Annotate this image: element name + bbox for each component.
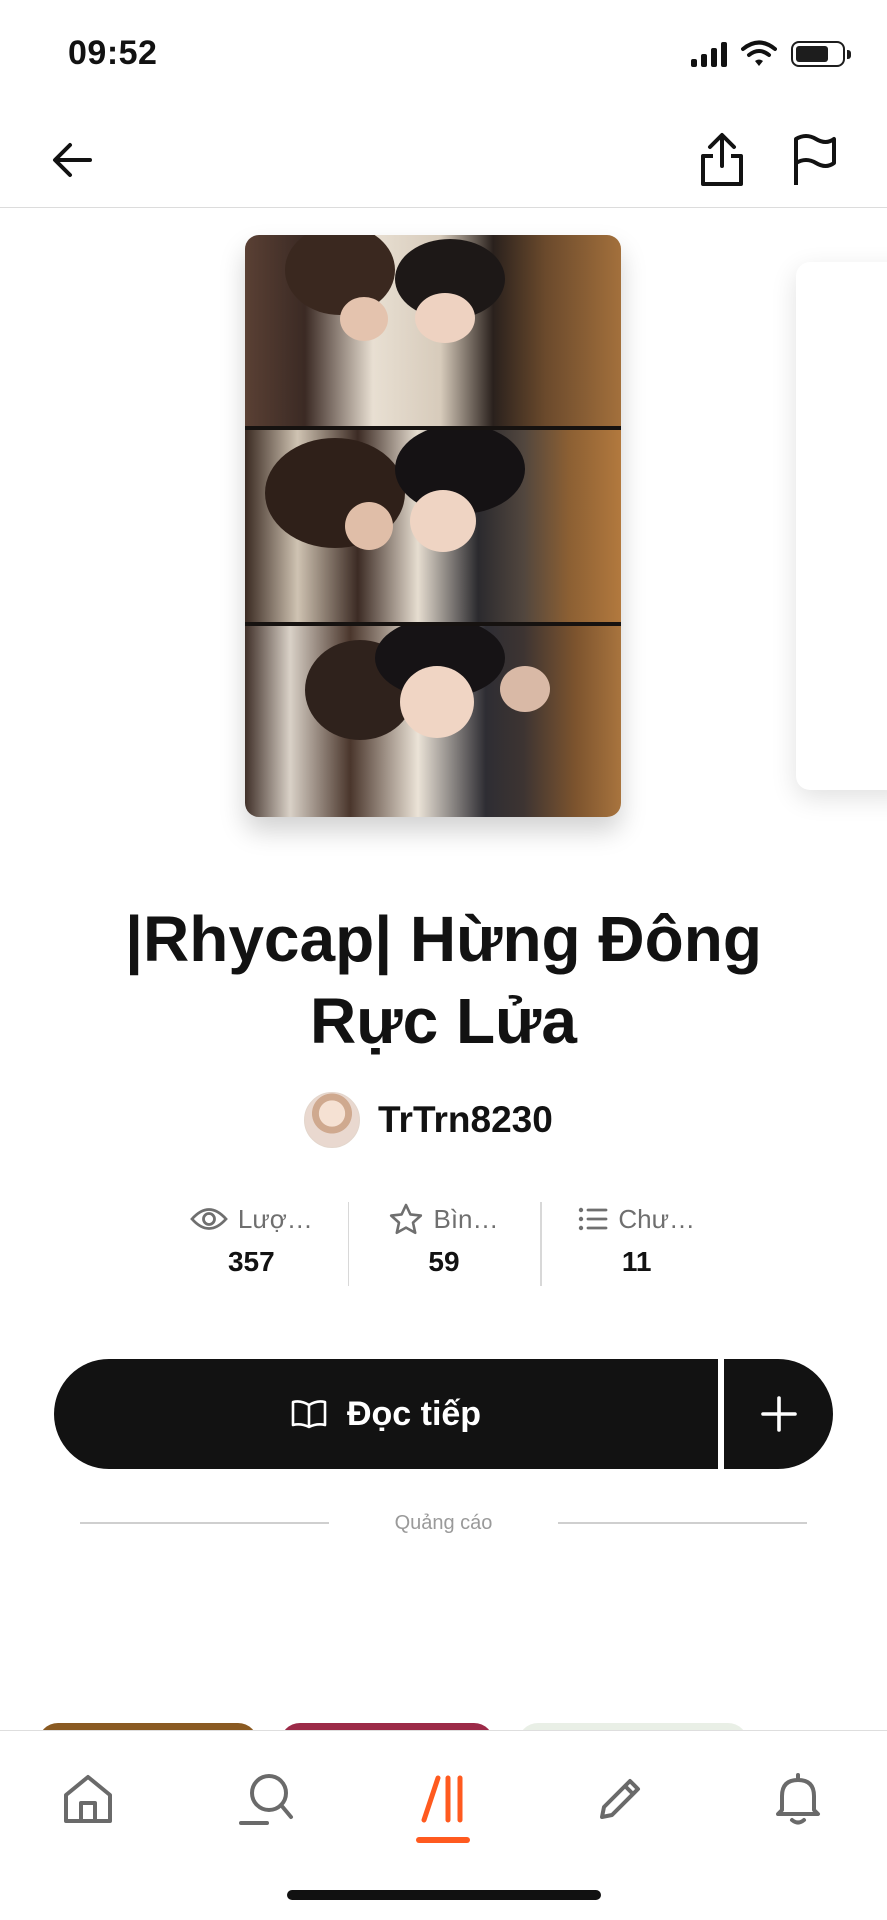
list-icon bbox=[579, 1207, 608, 1231]
stat-chapters: Chư… 11 bbox=[540, 1198, 733, 1288]
ad-label: Quảng cáo bbox=[394, 1511, 493, 1534]
top-app-bar bbox=[0, 110, 887, 208]
stat-label: Lượ… bbox=[237, 1203, 313, 1234]
eye-icon bbox=[189, 1208, 228, 1230]
back-button[interactable] bbox=[40, 128, 104, 192]
continue-reading-button[interactable]: Đọc tiếp bbox=[54, 1359, 718, 1469]
stat-value: 357 bbox=[227, 1246, 275, 1277]
add-to-library-button[interactable] bbox=[724, 1359, 833, 1469]
story-detail-screen: 09:52 |Rhycap| Hừng Đông Rực Lửa TrTrn82… bbox=[0, 0, 887, 1920]
pencil-icon bbox=[600, 1779, 640, 1819]
reading-list-icon bbox=[421, 1775, 463, 1823]
cover-photo-panel bbox=[245, 621, 621, 817]
active-tab-indicator bbox=[416, 1837, 470, 1843]
cover-photo-panel bbox=[245, 426, 621, 622]
stat-value: 11 bbox=[621, 1246, 652, 1277]
nav-write[interactable] bbox=[580, 1759, 660, 1839]
story-cover-image bbox=[245, 235, 621, 817]
battery-icon bbox=[791, 41, 851, 67]
nav-library[interactable] bbox=[403, 1759, 483, 1839]
continue-reading-label: Đọc tiếp bbox=[346, 1394, 482, 1433]
search-icon bbox=[239, 1774, 293, 1825]
ad-divider: Quảng cáo bbox=[80, 1505, 808, 1541]
share-upload-icon bbox=[701, 133, 743, 186]
divider-line bbox=[558, 1522, 808, 1524]
status-bar: 09:52 bbox=[0, 0, 887, 110]
nav-home[interactable] bbox=[48, 1759, 128, 1839]
stat-label: Bìn… bbox=[433, 1203, 499, 1234]
wifi-icon bbox=[741, 40, 777, 66]
flag-icon bbox=[794, 134, 836, 185]
star-icon bbox=[390, 1203, 423, 1235]
report-button[interactable] bbox=[782, 128, 846, 192]
status-icons bbox=[691, 40, 851, 68]
stat-value: 59 bbox=[428, 1246, 460, 1277]
cellular-signal-icon bbox=[691, 41, 727, 67]
share-button[interactable] bbox=[690, 128, 754, 192]
divider-line bbox=[80, 1522, 329, 1524]
cover-photo-panel bbox=[245, 235, 621, 427]
plus-icon bbox=[760, 1396, 797, 1432]
author-link[interactable]: TrTrn8230 bbox=[304, 1090, 553, 1150]
nav-notifications[interactable] bbox=[758, 1759, 838, 1839]
author-name: TrTrn8230 bbox=[378, 1099, 553, 1140]
arrow-left-icon bbox=[53, 143, 92, 177]
stat-reads: Lượ… 357 bbox=[155, 1198, 348, 1288]
stat-label: Chư… bbox=[618, 1203, 695, 1234]
next-story-card[interactable] bbox=[796, 262, 887, 790]
story-stats: Lượ… 357 Bìn… 59 Chư… 11 bbox=[155, 1198, 733, 1288]
book-open-icon bbox=[291, 1400, 327, 1429]
story-title: |Rhycap| Hừng Đông Rực Lửa bbox=[125, 903, 762, 1057]
nav-search[interactable] bbox=[226, 1759, 306, 1839]
home-icon bbox=[64, 1775, 112, 1823]
home-indicator bbox=[287, 1890, 601, 1900]
stat-votes: Bìn… 59 bbox=[347, 1198, 541, 1288]
status-time: 09:52 bbox=[68, 34, 158, 72]
bell-icon bbox=[776, 1773, 820, 1825]
author-avatar bbox=[304, 1092, 360, 1148]
